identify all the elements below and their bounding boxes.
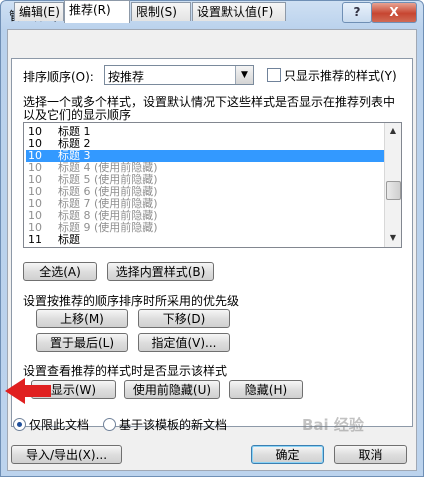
import-export-button[interactable]: 导入/导出(X)... — [11, 445, 122, 464]
red-arrow-icon — [5, 378, 51, 404]
sort-order-select[interactable]: 按推荐 ▼ — [104, 65, 254, 85]
tab-restrict[interactable]: 限制(S) — [131, 2, 191, 21]
tab-edit[interactable]: 编辑(E) — [14, 2, 64, 21]
scroll-down-icon[interactable]: ▼ — [386, 231, 400, 245]
scroll-up-icon[interactable]: ▲ — [386, 124, 400, 138]
priority-label: 设置按推荐的顺序排序时所采用的优先级 — [23, 294, 240, 308]
hide-until-used-button[interactable]: 使用前隐藏(U) — [124, 380, 220, 399]
assign-value-button[interactable]: 指定值(V)... — [138, 333, 230, 352]
watermark: Bai 经验 — [302, 414, 414, 454]
list-item[interactable]: 11 标题 — [26, 234, 384, 246]
new-documents-label: 基于该模板的新文档 — [119, 418, 228, 432]
this-document-radio[interactable] — [13, 418, 26, 431]
sort-order-label: 排序顺序(O): — [23, 70, 94, 84]
this-document-label: 仅限此文档 — [29, 418, 90, 432]
only-recommended-label: 只显示推荐的样式(Y) — [284, 69, 397, 83]
visibility-label: 设置查看推荐的样式时是否显示该样式 — [23, 364, 228, 378]
only-recommended-checkbox[interactable] — [267, 68, 281, 82]
description-text: 选择一个或多个样式，设置默认情况下这些样式是否显示在推荐列表中以及它们的显示顺序 — [23, 95, 396, 122]
help-button[interactable]: ? — [342, 2, 372, 23]
new-documents-radio[interactable] — [103, 418, 116, 431]
select-all-button[interactable]: 全选(A) — [23, 262, 97, 281]
list-scrollbar[interactable]: ▲ ▼ — [384, 123, 401, 247]
scroll-thumb[interactable] — [386, 181, 401, 200]
move-up-button[interactable]: 上移(M) — [36, 309, 128, 328]
sort-order-value: 按推荐 — [108, 70, 145, 84]
watermark-text: Bai 经验 — [302, 416, 364, 434]
styles-listbox[interactable]: 10 标题 1 10 标题 2 10 标题 3 10 标题 4 (使用前隐藏) 10 标题… — [23, 122, 402, 248]
chevron-down-icon[interactable]: ▼ — [235, 66, 253, 84]
move-down-button[interactable]: 下移(D) — [138, 309, 230, 328]
move-last-button[interactable]: 置于最后(L) — [36, 333, 128, 352]
select-builtin-button[interactable]: 选择内置样式(B) — [107, 262, 214, 281]
tab-set-defaults[interactable]: 设置默认值(F) — [192, 2, 286, 21]
close-button[interactable]: X — [371, 2, 417, 23]
tab-recommend[interactable]: 推荐(R) — [64, 0, 130, 23]
hide-button[interactable]: 隐藏(H) — [229, 380, 303, 399]
